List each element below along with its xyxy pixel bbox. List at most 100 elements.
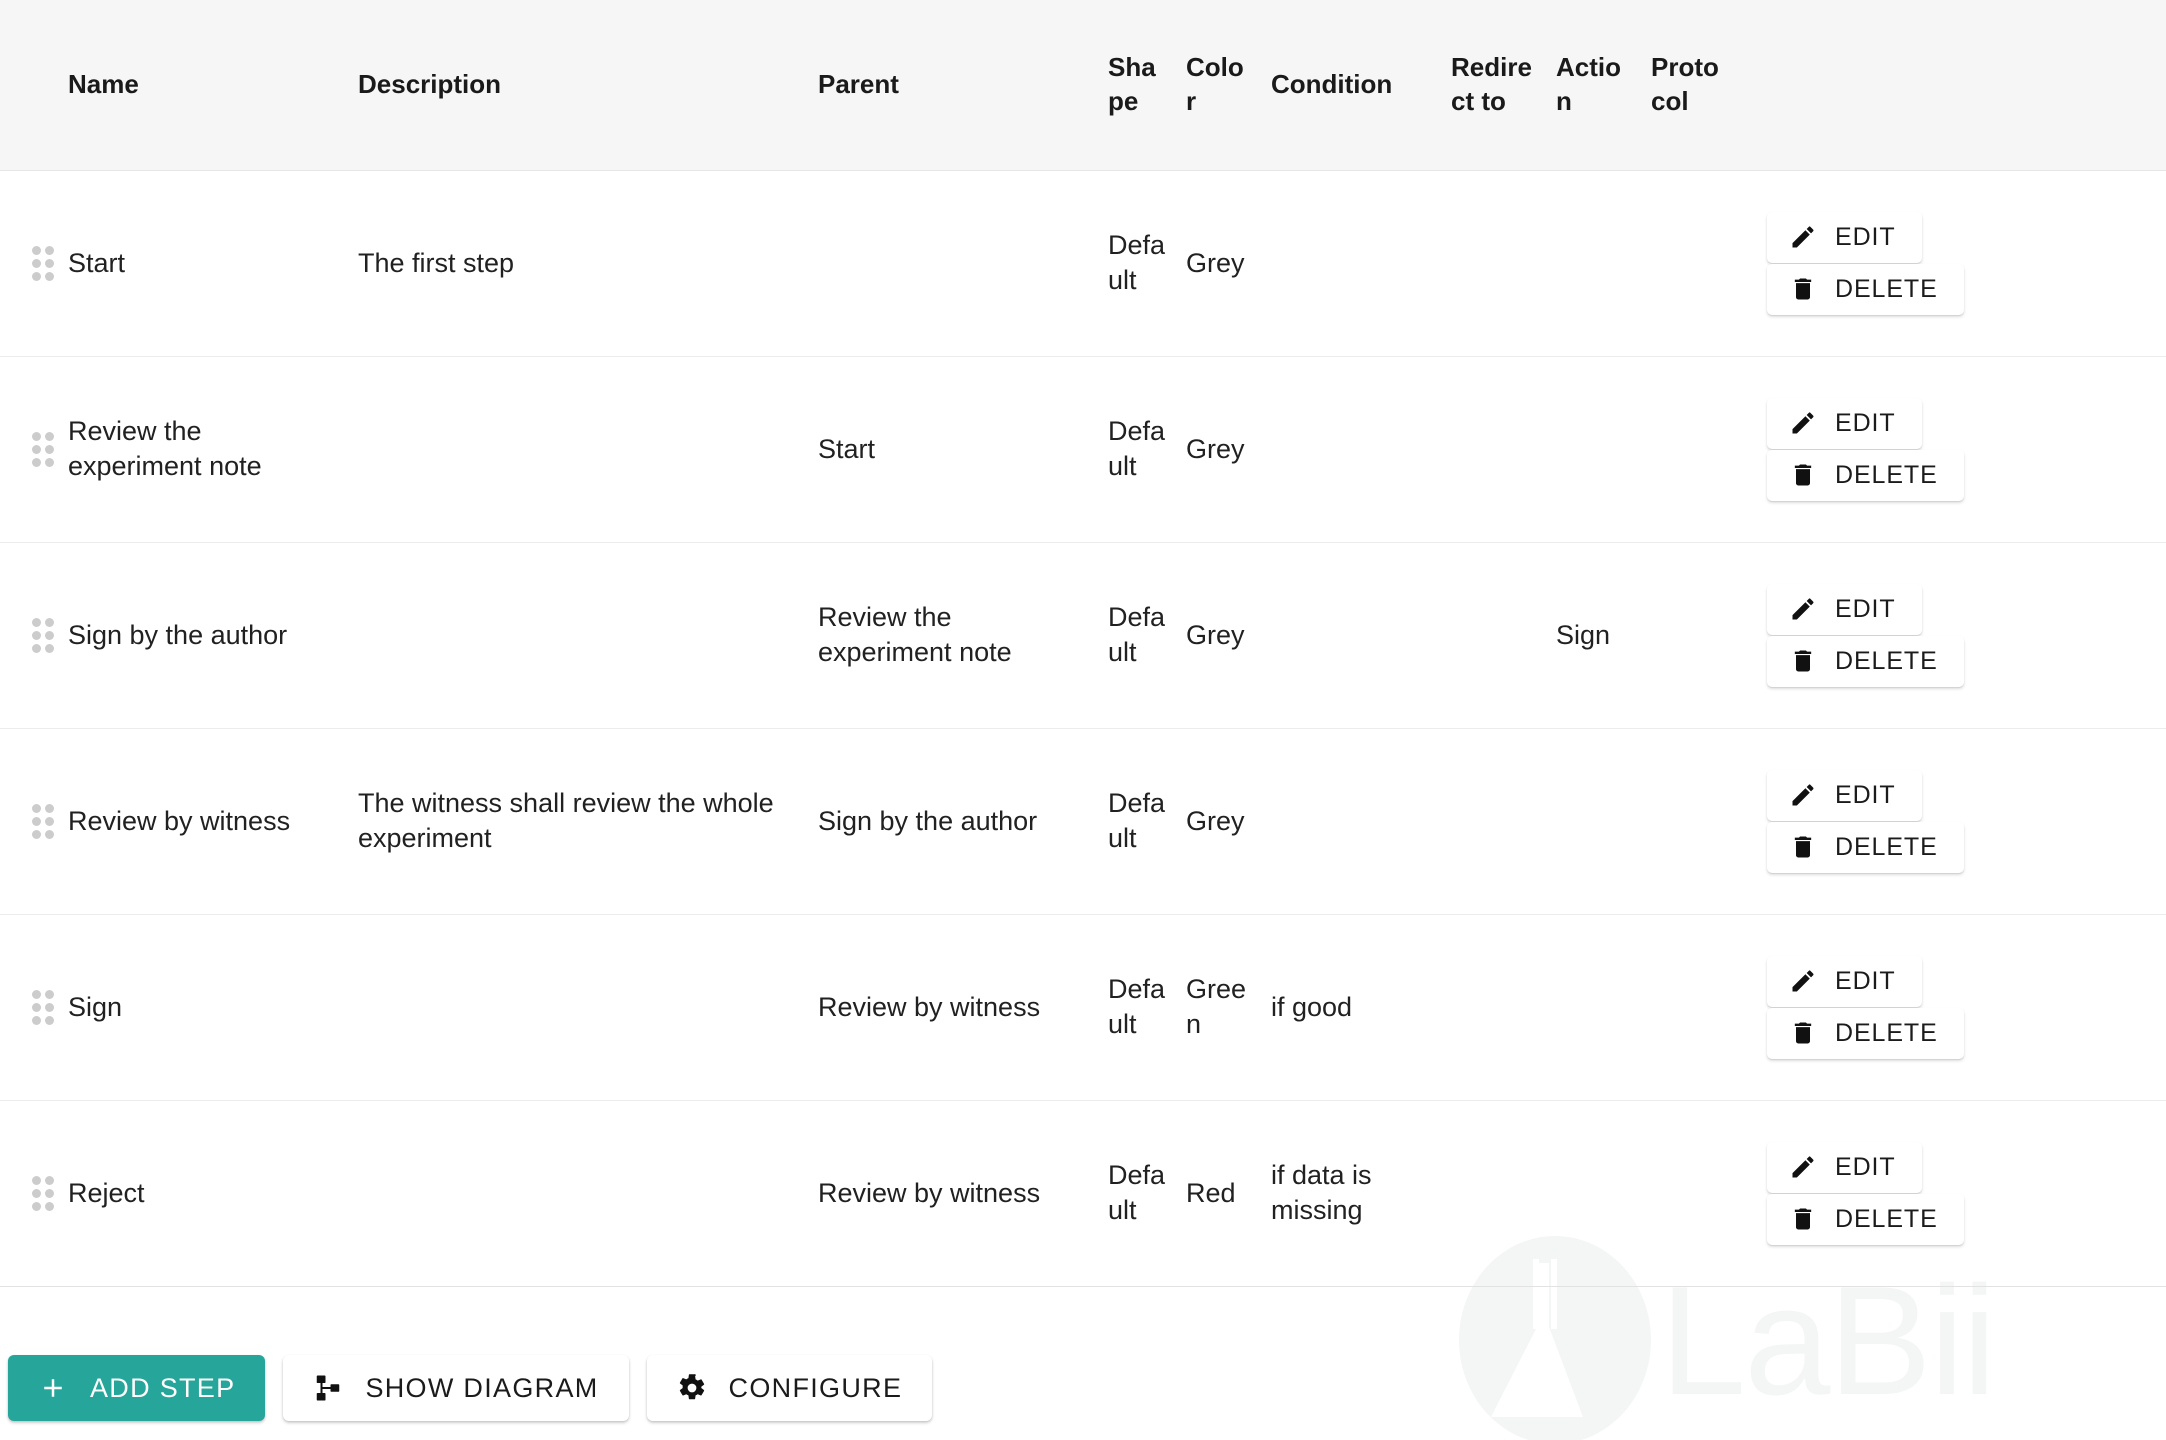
configure-button[interactable]: CONFIGURE — [646, 1355, 933, 1421]
cell-parent: Start — [808, 356, 1098, 543]
edit-button[interactable]: EDIT — [1767, 769, 1922, 821]
table-row[interactable]: Review the experiment note Start Default Gr… — [0, 356, 2166, 543]
delete-label: DELETE — [1835, 1018, 1938, 1047]
column-header-protocol[interactable]: Protocol — [1641, 0, 1741, 171]
delete-button[interactable]: DELETE — [1767, 449, 1964, 501]
cell-shape: Default — [1098, 728, 1176, 915]
cell-shape: Default — [1098, 356, 1176, 543]
drag-handle-icon[interactable] — [32, 1176, 54, 1211]
delete-label: DELETE — [1835, 460, 1938, 489]
pencil-icon — [1789, 781, 1817, 809]
cell-shape: Default — [1098, 914, 1176, 1101]
drag-handle-icon[interactable] — [32, 990, 54, 1025]
cell-condition: if good — [1261, 914, 1441, 1101]
trash-icon — [1789, 275, 1817, 303]
cell-protocol — [1641, 1100, 1741, 1287]
trash-icon — [1789, 1205, 1817, 1233]
column-header-parent[interactable]: Parent — [808, 0, 1098, 171]
account-tree-icon — [313, 1373, 343, 1403]
steps-table-header: Name Description Parent Shape Color Cond… — [0, 0, 2166, 171]
show-diagram-label: SHOW DIAGRAM — [365, 1372, 599, 1403]
cell-redirect-to — [1441, 542, 1546, 729]
cell-condition: if data is missing — [1261, 1100, 1441, 1287]
edit-label: EDIT — [1835, 408, 1896, 437]
edit-button[interactable]: EDIT — [1767, 583, 1922, 635]
table-row[interactable]: Start The first step Default Grey EDIT DELETE — [0, 170, 2166, 357]
column-header-shape[interactable]: Shape — [1098, 0, 1176, 171]
cell-protocol — [1641, 170, 1741, 357]
cell-action — [1546, 728, 1641, 915]
delete-button[interactable]: DELETE — [1767, 263, 1964, 315]
delete-button[interactable]: DELETE — [1767, 1193, 1964, 1245]
cell-protocol — [1641, 914, 1741, 1101]
cell-redirect-to — [1441, 170, 1546, 357]
cell-color: Green — [1176, 914, 1261, 1101]
edit-button[interactable]: EDIT — [1767, 211, 1922, 263]
drag-handle-icon[interactable] — [32, 804, 54, 839]
steps-table-body: Start The first step Default Grey EDIT DELETE… — [0, 170, 2166, 1287]
cell-condition — [1261, 356, 1441, 543]
workflow-steps-page: LaBii Name Description Parent Shape Colo… — [0, 0, 2166, 1440]
cell-shape: Default — [1098, 542, 1176, 729]
cell-row-actions: EDIT DELETE — [1741, 914, 2166, 1101]
column-header-name[interactable]: Name — [58, 0, 348, 171]
cell-shape: Default — [1098, 170, 1176, 357]
edit-label: EDIT — [1835, 1152, 1896, 1181]
cell-description: The witness shall review the whole exper… — [348, 728, 808, 915]
cell-shape: Default — [1098, 1100, 1176, 1287]
column-header-redirect-to[interactable]: Redirect to — [1441, 0, 1546, 171]
cell-parent — [808, 170, 1098, 357]
pencil-icon — [1789, 595, 1817, 623]
edit-button[interactable]: EDIT — [1767, 397, 1922, 449]
edit-label: EDIT — [1835, 966, 1896, 995]
column-header-description[interactable]: Description — [348, 0, 808, 171]
cell-name: Sign — [58, 914, 348, 1101]
cell-action — [1546, 356, 1641, 543]
cell-parent: Review the experiment note — [808, 542, 1098, 729]
cell-redirect-to — [1441, 914, 1546, 1101]
cell-row-actions: EDIT DELETE — [1741, 542, 2166, 729]
trash-icon — [1789, 461, 1817, 489]
pencil-icon — [1789, 967, 1817, 995]
plus-icon — [38, 1373, 68, 1403]
pencil-icon — [1789, 1153, 1817, 1181]
drag-handle-icon[interactable] — [32, 618, 54, 653]
drag-handle-icon[interactable] — [32, 432, 54, 467]
edit-button[interactable]: EDIT — [1767, 955, 1922, 1007]
cell-description: The first step — [348, 170, 808, 357]
column-header-color[interactable]: Color — [1176, 0, 1261, 171]
table-row[interactable]: Sign Review by witness Default Green if good… — [0, 914, 2166, 1101]
delete-button[interactable]: DELETE — [1767, 1007, 1964, 1059]
edit-button[interactable]: EDIT — [1767, 1141, 1922, 1193]
show-diagram-button[interactable]: SHOW DIAGRAM — [283, 1355, 629, 1421]
trash-icon — [1789, 647, 1817, 675]
table-row[interactable]: Sign by the author Review the experiment … — [0, 542, 2166, 729]
cell-redirect-to — [1441, 356, 1546, 543]
drag-handle-icon[interactable] — [32, 246, 54, 281]
steps-table-container: Name Description Parent Shape Color Cond… — [0, 0, 2166, 1287]
row-action-buttons: EDIT DELETE — [1751, 1141, 2156, 1245]
add-step-button[interactable]: ADD STEP — [8, 1355, 266, 1421]
cell-row-actions: EDIT DELETE — [1741, 728, 2166, 915]
cell-name: Reject — [58, 1100, 348, 1287]
cell-parent: Review by witness — [808, 914, 1098, 1101]
cell-redirect-to — [1441, 1100, 1546, 1287]
delete-button[interactable]: DELETE — [1767, 635, 1964, 687]
header-actions — [1741, 0, 2166, 171]
cell-name: Sign by the author — [58, 542, 348, 729]
table-row[interactable]: Review by witness The witness shall revie… — [0, 728, 2166, 915]
delete-button[interactable]: DELETE — [1767, 821, 1964, 873]
cell-name: Review by witness — [58, 728, 348, 915]
column-header-condition[interactable]: Condition — [1261, 0, 1441, 171]
table-row[interactable]: Reject Review by witness Default Red if data… — [0, 1100, 2166, 1287]
cell-row-actions: EDIT DELETE — [1741, 356, 2166, 543]
row-drag-cell — [0, 542, 58, 729]
delete-label: DELETE — [1835, 1204, 1938, 1233]
cell-color: Grey — [1176, 542, 1261, 729]
row-drag-cell — [0, 728, 58, 915]
gear-icon — [677, 1373, 707, 1403]
edit-label: EDIT — [1835, 594, 1896, 623]
column-header-action[interactable]: Action — [1546, 0, 1641, 171]
cell-protocol — [1641, 356, 1741, 543]
cell-action: Sign — [1546, 542, 1641, 729]
